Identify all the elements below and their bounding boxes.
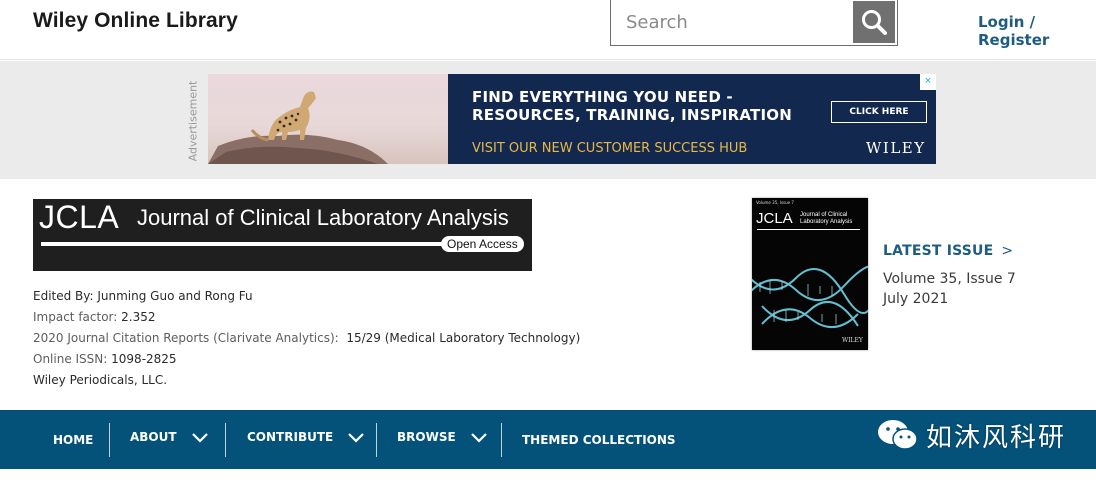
impact-factor: Impact factor: 2.352 xyxy=(33,310,156,324)
site-header: Wiley Online Library Login / Register xyxy=(0,0,1096,60)
ad-close-icon[interactable]: × xyxy=(920,74,936,90)
journal-banner-logo[interactable]: JCLA Journal of Clinical Laboratory Anal… xyxy=(33,199,532,271)
chevron-down-icon xyxy=(470,432,487,443)
open-access-badge: Open Access xyxy=(441,236,524,252)
cover-title: Journal of Clinical Laboratory Analysis xyxy=(800,212,853,225)
journal-citation-reports: 2020 Journal Citation Reports (Clarivate… xyxy=(33,331,581,345)
nav-divider xyxy=(501,423,502,457)
online-issn: Online ISSN: 1098-2825 xyxy=(33,352,177,366)
search-box xyxy=(610,0,898,46)
wechat-watermark: 如沐风科研 xyxy=(876,416,1066,454)
search-input[interactable] xyxy=(611,0,851,44)
wechat-icon xyxy=(878,420,918,450)
cover-volume-line: Volume 35, Issue 7 xyxy=(756,200,794,205)
nav-contribute[interactable]: CONTRIBUTE xyxy=(247,407,365,466)
ad-click-here-button[interactable]: CLICK HERE xyxy=(831,101,927,123)
cover-publisher: WILEY xyxy=(842,337,863,344)
ad-wiley-logo: WILEY xyxy=(866,139,926,157)
cover-divider xyxy=(757,229,860,230)
ad-subline: VISIT OUR NEW CUSTOMER SUCCESS HUB xyxy=(472,141,748,156)
chevron-down-icon xyxy=(348,432,364,443)
advertisement-label: Advertisement xyxy=(186,80,200,162)
latest-issue-date: July 2021 xyxy=(883,291,949,307)
nav-divider xyxy=(109,423,110,457)
ad-headline: FIND EVERYTHING YOU NEED - RESOURCES, TR… xyxy=(472,88,792,124)
latest-issue-volume: Volume 35, Issue 7 xyxy=(883,271,1016,287)
watermark-text: 如沐风科研 xyxy=(926,422,1067,453)
site-brand-logo[interactable]: Wiley Online Library xyxy=(33,9,238,33)
nav-divider xyxy=(376,423,377,457)
cover-abbreviation: JCLA xyxy=(756,210,793,227)
nav-themed-collections[interactable]: THEMED COLLECTIONS xyxy=(522,410,676,469)
nav-home[interactable]: HOME xyxy=(53,410,93,469)
nav-about[interactable]: ABOUT xyxy=(130,407,209,466)
journal-metadata: Edited By: Junming Guo and Rong Fu Impac… xyxy=(33,286,580,391)
journal-title: Journal of Clinical Laboratory Analysis xyxy=(137,205,509,230)
publisher: Wiley Periodicals, LLC. xyxy=(33,373,168,387)
chevron-down-icon xyxy=(191,432,208,443)
chevron-right-icon: > xyxy=(1001,243,1014,259)
advertisement-banner[interactable]: FIND EVERYTHING YOU NEED - RESOURCES, TR… xyxy=(208,74,936,164)
search-icon xyxy=(862,10,887,35)
latest-issue-link[interactable]: LATEST ISSUE > xyxy=(883,243,1013,259)
journal-abbreviation: JCLA xyxy=(39,199,120,235)
ad-leopard-photo xyxy=(208,74,448,164)
search-button[interactable] xyxy=(853,1,895,43)
ad-text-panel: FIND EVERYTHING YOU NEED - RESOURCES, TR… xyxy=(448,74,936,164)
banner-divider xyxy=(41,242,473,246)
edited-by: Edited By: Junming Guo and Rong Fu xyxy=(33,289,253,303)
login-register-link[interactable]: Login / Register xyxy=(978,13,1096,49)
nav-divider xyxy=(225,423,226,457)
latest-issue-cover[interactable]: Volume 35, Issue 7 JCLA Journal of Clini… xyxy=(752,198,868,350)
nav-browse[interactable]: BROWSE xyxy=(397,407,488,466)
